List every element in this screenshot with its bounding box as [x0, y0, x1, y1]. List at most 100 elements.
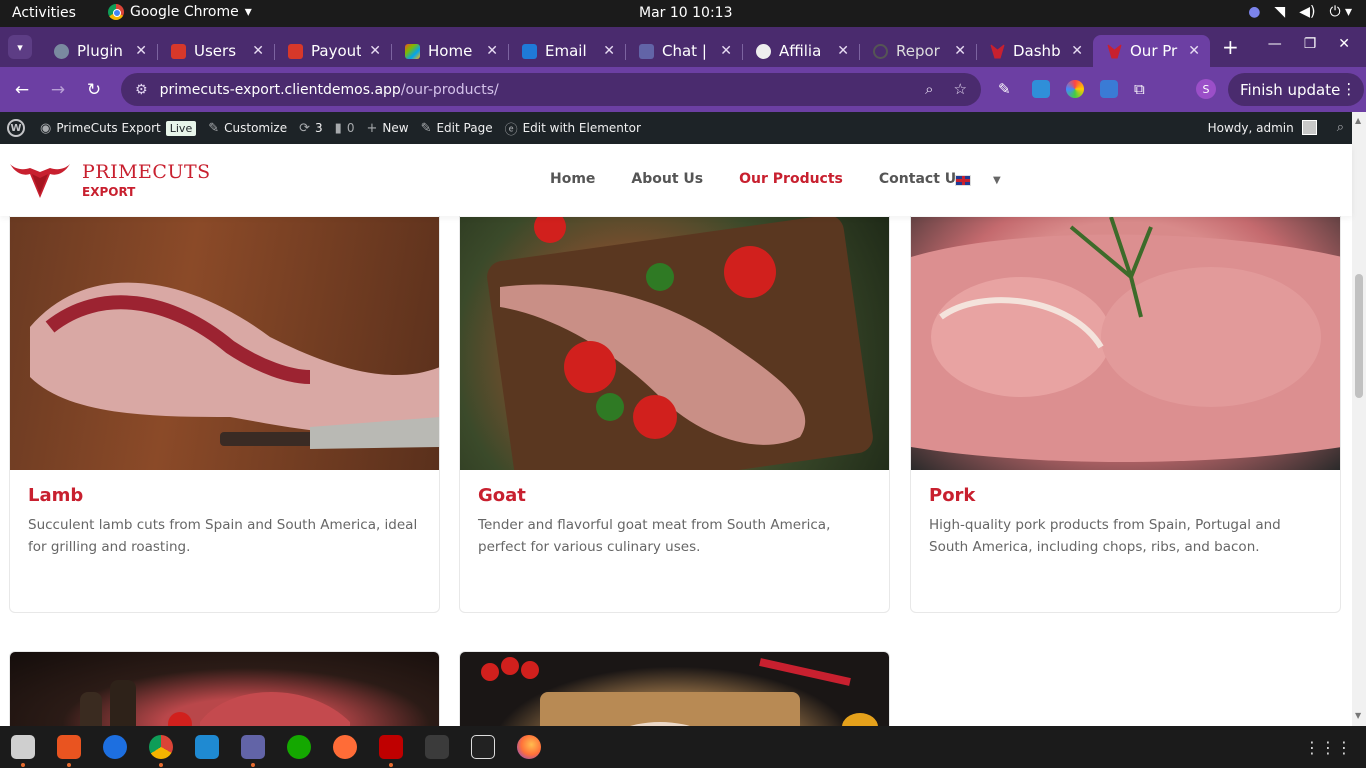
close-icon[interactable]: ✕ [486, 43, 498, 59]
site-logo[interactable]: PRIMECUTS EXPORT [8, 158, 211, 202]
close-icon[interactable]: ✕ [603, 43, 615, 59]
scroll-down-icon[interactable]: ▼ [1355, 711, 1361, 720]
close-window-icon[interactable]: ✕ [1338, 36, 1350, 52]
files-icon[interactable] [11, 735, 35, 759]
wifi-icon: ◥ [1274, 4, 1286, 20]
postman-icon[interactable] [333, 735, 357, 759]
wp-site-name[interactable]: ◉ PrimeCuts Export Live [40, 120, 197, 136]
figma-extension-icon[interactable] [1032, 80, 1050, 98]
tab-8[interactable]: Dashb ✕ [976, 35, 1093, 67]
puzzle-extensions-icon[interactable]: ⧉ [1134, 80, 1152, 98]
system-clock[interactable]: Mar 10 10:13 [639, 5, 732, 21]
wp-customize[interactable]: ✎ Customize [208, 121, 287, 136]
app-menu[interactable]: Google Chrome ▾ [108, 4, 252, 20]
comments-count: 0 [346, 121, 355, 135]
tab-5[interactable]: Chat | ✕ [625, 35, 742, 67]
product-card-next-1[interactable] [9, 651, 440, 726]
reload-button[interactable]: ↻ [76, 80, 112, 100]
close-icon[interactable]: ✕ [954, 43, 966, 59]
tab-2[interactable]: Payout ✕ [274, 35, 391, 67]
wp-comments[interactable]: ▮ 0 [335, 121, 355, 136]
volume-icon: ◀) [1299, 4, 1316, 20]
product-card-next-2[interactable] [459, 651, 890, 726]
software-center-icon[interactable] [57, 735, 81, 759]
product-card-goat[interactable]: Goat Tender and flavorful goat meat from… [459, 216, 890, 613]
firefox-icon[interactable] [517, 735, 541, 759]
thunderbird-icon[interactable] [103, 735, 127, 759]
window-controls: — ❐ ✕ [1268, 36, 1350, 52]
close-icon[interactable]: ✕ [720, 43, 732, 59]
close-icon[interactable]: ✕ [1188, 43, 1200, 59]
color-extension-icon[interactable] [1066, 80, 1084, 98]
maximize-icon[interactable]: ❐ [1304, 36, 1317, 52]
tab-1[interactable]: Users ✕ [157, 35, 274, 67]
filezilla-icon[interactable] [379, 735, 403, 759]
product-card-lamb[interactable]: Lamb Succulent lamb cuts from Spain and … [9, 216, 440, 613]
finish-update-button[interactable]: Finish update ⋮ [1228, 73, 1365, 106]
search-icon[interactable]: ⌕ [1337, 120, 1344, 135]
tab-9-active[interactable]: Our Pr ✕ [1093, 35, 1210, 67]
tab-6[interactable]: Affilia ✕ [742, 35, 859, 67]
tab-0[interactable]: Plugin ✕ [40, 35, 157, 67]
bull-favicon-icon [1107, 43, 1122, 59]
terminal-icon[interactable] [425, 735, 449, 759]
chevron-down-icon[interactable]: ▼ [993, 175, 1001, 186]
bookmark-star-icon[interactable]: ☆ [954, 80, 967, 98]
close-icon[interactable]: ✕ [252, 43, 264, 59]
tab-4[interactable]: Email ✕ [508, 35, 625, 67]
close-icon[interactable]: ✕ [369, 43, 381, 59]
forward-button[interactable]: → [40, 80, 76, 100]
tab-label: Users [194, 42, 237, 60]
tab-label: Plugin [77, 42, 123, 60]
tab-search-button[interactable]: ▾ [8, 35, 32, 59]
product-card-pork[interactable]: Pork High-quality pork products from Spa… [910, 216, 1341, 613]
nav-our-products[interactable]: Our Products [739, 171, 843, 187]
wp-edit-elementor[interactable]: ⓔ Edit with Elementor [505, 119, 641, 138]
nav-contact-us[interactable]: Contact Us [879, 171, 965, 187]
site-settings-icon[interactable]: ⚙ [135, 82, 148, 98]
teams-icon[interactable] [241, 735, 265, 759]
nav-about-us[interactable]: About Us [631, 171, 703, 187]
grid-extension-icon[interactable] [1100, 80, 1118, 98]
scroll-up-icon[interactable]: ▲ [1355, 116, 1361, 125]
chrome-icon[interactable] [149, 735, 173, 759]
more-menu-icon[interactable]: ⋮ [1341, 80, 1356, 98]
activities-button[interactable]: Activities [12, 5, 76, 21]
url-text[interactable]: primecuts-export.clientdemos.app/our-pro… [160, 82, 499, 98]
product-title[interactable]: Lamb [28, 485, 83, 506]
admin-avatar[interactable] [1301, 120, 1317, 135]
tab-3[interactable]: Home ✕ [391, 35, 508, 67]
eyedropper-extension-icon[interactable]: ✎ [998, 80, 1016, 98]
howdy-admin[interactable]: Howdy, admin [1208, 121, 1294, 135]
main-navigation: Home About Us Our Products Contact Us [550, 171, 964, 187]
teams-tray-icon[interactable]: ● [1248, 4, 1260, 20]
show-apps-icon[interactable]: ⋮⋮⋮ [1304, 738, 1352, 757]
close-icon[interactable]: ✕ [1071, 43, 1083, 59]
system-tray[interactable]: ● ◥ ◀) ⏻ ▾ [1248, 4, 1352, 20]
vscode-icon[interactable] [195, 735, 219, 759]
address-bar[interactable]: ⚙ primecuts-export.clientdemos.app/our-p… [121, 73, 981, 106]
language-switcher[interactable]: ▼ [955, 175, 1001, 186]
tab-7[interactable]: Repor ✕ [859, 35, 976, 67]
product-title[interactable]: Goat [478, 485, 526, 506]
nav-home[interactable]: Home [550, 171, 595, 187]
minimize-icon[interactable]: — [1268, 36, 1282, 52]
inkscape-icon[interactable] [471, 735, 495, 759]
page-scrollbar[interactable]: ▲ ▼ [1352, 112, 1366, 726]
plus-icon: + [366, 120, 378, 136]
product-title[interactable]: Pork [929, 485, 975, 506]
wordpress-logo-icon[interactable]: W [7, 119, 25, 137]
wp-edit-page[interactable]: ✎ Edit Page [421, 121, 493, 136]
wp-new[interactable]: + New [366, 121, 408, 136]
close-icon[interactable]: ✕ [135, 43, 147, 59]
profile-avatar[interactable]: S [1196, 79, 1216, 99]
close-icon[interactable]: ✕ [837, 43, 849, 59]
tab-label: Chat | [662, 42, 707, 60]
upwork-icon[interactable] [287, 735, 311, 759]
wp-updates[interactable]: ⟳ 3 [299, 121, 323, 136]
zoom-icon[interactable]: ⌕ [925, 80, 933, 98]
brush-icon: ✎ [208, 120, 220, 136]
new-tab-button[interactable]: + [1222, 35, 1239, 59]
back-button[interactable]: ← [4, 80, 40, 100]
scroll-thumb[interactable] [1355, 274, 1363, 398]
